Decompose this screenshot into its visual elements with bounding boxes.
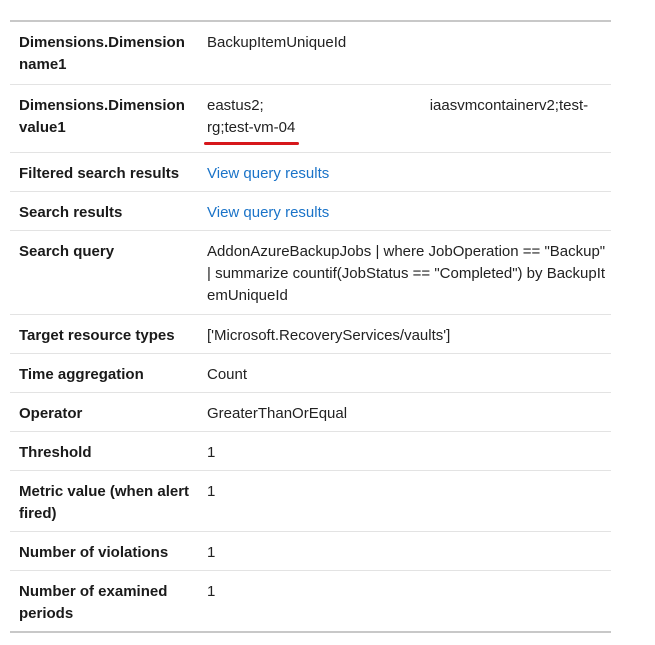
highlighted-vm-name: rg;test-vm-04 <box>204 117 300 145</box>
dimension-value: eastus2; iaasvmcontainerv2;test- rg;test-… <box>204 95 611 145</box>
dimension-value-region: eastus2; <box>207 97 264 114</box>
table-row: Operator GreaterThanOrEqual <box>10 392 611 431</box>
table-row: Dimensions.Dimension name1 BackupItemUni… <box>10 22 611 84</box>
red-underline-annotation <box>204 142 300 145</box>
table-row: Number of examined periods 1 <box>10 570 611 631</box>
row-label: Dimensions.Dimension value1 <box>19 97 185 136</box>
table-row: Search query AddonAzureBackupJobs | wher… <box>10 230 611 314</box>
row-value: BackupItemUniqueId <box>207 34 347 51</box>
table-row: Dimensions.Dimension value1 eastus2; iaas… <box>10 84 611 152</box>
row-label: Search results <box>19 204 123 221</box>
row-value: GreaterThanOrEqual <box>207 405 348 422</box>
dimension-value-vm: rg;test-vm-04 <box>207 119 296 136</box>
table-row: Time aggregation Count <box>10 353 611 392</box>
row-label: Search query <box>19 243 115 260</box>
row-value: ['Microsoft.RecoveryServices/vaults'] <box>207 327 451 344</box>
row-label: Dimensions.Dimension name1 <box>19 34 185 73</box>
table-row: Threshold 1 <box>10 431 611 470</box>
table-row: Target resource types ['Microsoft.Recove… <box>10 314 611 353</box>
table-row: Filtered search results View query resul… <box>10 152 611 191</box>
row-label: Metric value (when alert fired) <box>19 483 190 522</box>
alert-details-table: Dimensions.Dimension name1 BackupItemUni… <box>10 20 611 633</box>
search-results-link[interactable]: View query results <box>207 204 329 221</box>
row-label: Operator <box>19 405 83 422</box>
row-label: Target resource types <box>19 327 175 344</box>
table-row: Search results View query results <box>10 191 611 230</box>
filtered-search-results-link[interactable]: View query results <box>207 165 329 182</box>
row-label: Number of violations <box>19 544 169 561</box>
row-value: Count <box>207 366 248 383</box>
row-label: Number of examined periods <box>19 583 168 622</box>
redacted-area <box>264 97 430 115</box>
row-value: 1 <box>207 583 216 600</box>
row-label: Filtered search results <box>19 165 180 182</box>
table-row: Number of violations 1 <box>10 531 611 570</box>
row-value: 1 <box>207 483 216 500</box>
row-label: Threshold <box>19 444 92 461</box>
table-row: Metric value (when alert fired) 1 <box>10 470 611 531</box>
dimension-value-container: iaasvmcontainerv2;test- <box>429 97 589 114</box>
row-value: 1 <box>207 444 216 461</box>
row-value: 1 <box>207 544 216 561</box>
search-query-text: AddonAzureBackupJobs | where JobOperatio… <box>207 243 606 304</box>
row-label: Time aggregation <box>19 366 144 383</box>
